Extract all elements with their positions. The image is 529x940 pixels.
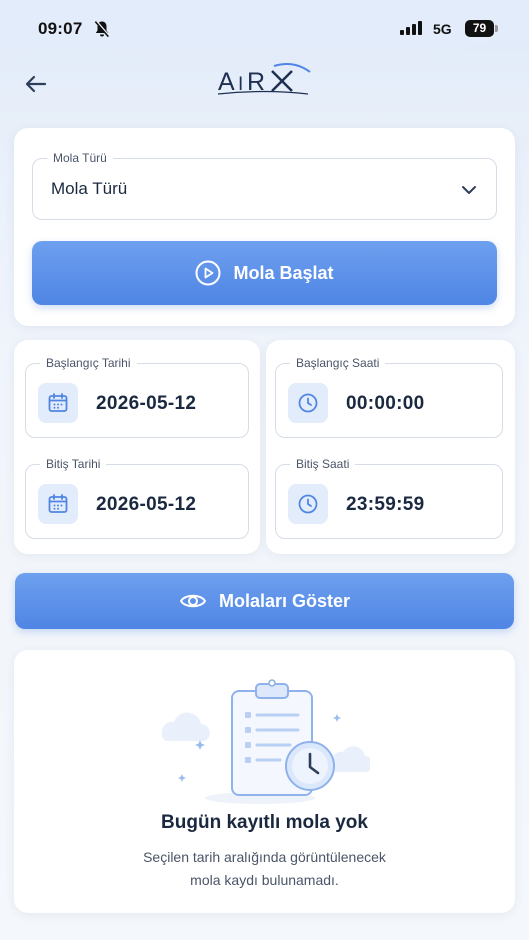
start-date-field[interactable]: Başlangıç Tarihi 2026-05-12 [25, 356, 249, 438]
break-type-select[interactable]: Mola Türü Mola Türü [32, 151, 497, 220]
break-type-value: Mola Türü [51, 179, 128, 198]
end-time-label: Bitiş Saati [290, 457, 356, 471]
network-type: 5G [433, 21, 452, 37]
cellular-signal-icon [400, 21, 422, 40]
empty-state-title: Bugün kayıtlı mola yok [161, 812, 368, 833]
calendar-icon [38, 383, 78, 423]
svg-text:A: A [218, 68, 236, 96]
empty-state-description-line2: mola kaydı bulunamadı. [190, 872, 339, 888]
start-time-field[interactable]: Başlangıç Saati 00:00:00 [275, 356, 503, 438]
play-circle-icon [195, 260, 221, 286]
end-date-label: Bitiş Tarihi [40, 457, 107, 471]
calendar-icon [38, 484, 78, 524]
empty-state-description: Seçilen tarih aralığında görüntülenecek … [74, 846, 455, 892]
empty-state-card: Bugün kayıtlı mola yok Seçilen tarih ara… [14, 650, 515, 913]
show-breaks-button[interactable]: Molaları Göster [15, 573, 514, 629]
end-date-value: 2026-05-12 [96, 494, 197, 515]
date-range-card: Başlangıç Tarihi 2026-05-12 Bitiş Tarihi [14, 340, 260, 554]
start-break-button[interactable]: Mola Başlat [32, 241, 497, 305]
clipboard-clock-illustration [160, 674, 373, 814]
battery-cap [495, 25, 498, 32]
time-range-card: Başlangıç Saati 00:00:00 Bitiş Saati 23:… [266, 340, 515, 554]
status-time: 09:07 [38, 19, 83, 38]
end-time-value: 23:59:59 [346, 494, 425, 515]
chevron-down-icon [460, 181, 478, 204]
back-arrow-icon[interactable] [22, 70, 50, 98]
start-date-value: 2026-05-12 [96, 393, 197, 414]
eye-icon [179, 591, 207, 611]
empty-state-description-line1: Seçilen tarih aralığında görüntülenecek [143, 849, 386, 865]
break-type-card: Mola Türü Mola Türü Mola Başlat [14, 128, 515, 326]
status-bar: 09:07 5G 79 [0, 0, 529, 60]
end-time-field[interactable]: Bitiş Saati 23:59:59 [275, 457, 503, 539]
show-breaks-label: Molaları Göster [218, 590, 351, 611]
start-time-value: 00:00:00 [346, 393, 425, 414]
clock-icon [288, 484, 328, 524]
end-date-field[interactable]: Bitiş Tarihi 2026-05-12 [25, 457, 249, 539]
start-date-label: Başlangıç Tarihi [40, 356, 137, 370]
battery-indicator: 79 [465, 20, 494, 37]
start-time-label: Başlangıç Saati [290, 356, 386, 370]
break-type-label: Mola Türü [47, 151, 113, 165]
airx-logo: A I R [214, 62, 314, 102]
bell-muted-icon [94, 20, 110, 43]
clock-icon [288, 383, 328, 423]
start-break-label: Mola Başlat [233, 262, 334, 283]
